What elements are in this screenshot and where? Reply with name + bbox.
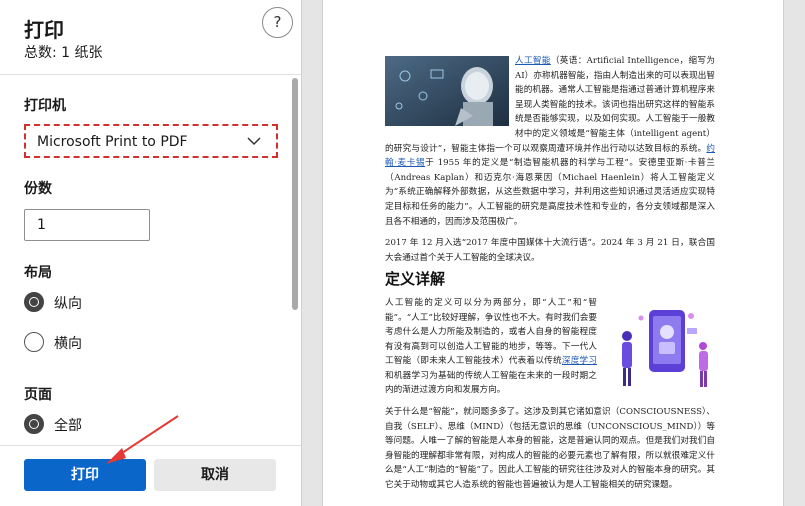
preview-text: 和机器学习为基础的传统人工智能在未来的一段时期之内的渐进过渡方向和发展方向。 <box>385 370 597 396</box>
radio-checked-icon[interactable] <box>24 414 44 434</box>
pages-option-label: 全部 <box>54 418 82 434</box>
radio-unchecked-icon[interactable] <box>24 332 44 352</box>
help-button[interactable]: ? <box>262 7 293 38</box>
layout-option-label: 横向 <box>54 336 82 352</box>
copies-input[interactable]: 1 <box>24 209 150 241</box>
radio-checked-icon[interactable] <box>24 292 44 312</box>
preview-paragraph-2: 2017 年 12 月入选“2017 年度中国媒体十大流行语”。2024 年 3… <box>385 238 715 263</box>
print-button[interactable]: 打印 <box>24 459 146 491</box>
preview-link-ai[interactable]: 人工智能 <box>515 56 551 66</box>
dialog-title: 打印 <box>24 18 64 42</box>
panel-header: 打印 总数: 1 纸张 ? <box>0 0 301 74</box>
settings-scroll-area[interactable]: 打印机 Microsoft Print to PDF 份数 1 布局 纵向 横向… <box>0 75 301 445</box>
layout-label: 布局 <box>24 265 52 281</box>
layout-option-label: 纵向 <box>54 296 82 312</box>
chevron-down-icon <box>246 133 262 153</box>
copies-value: 1 <box>37 217 46 233</box>
panel-scrollbar[interactable] <box>292 78 298 310</box>
cancel-button[interactable]: 取消 <box>154 459 276 491</box>
sheet-count: 总数: 1 纸张 <box>24 45 103 61</box>
dialog-footer: 打印 取消 <box>0 445 301 506</box>
printer-selected-value: Microsoft Print to PDF <box>37 134 188 150</box>
printer-label: 打印机 <box>24 98 66 114</box>
printer-select[interactable]: Microsoft Print to PDF <box>24 124 278 158</box>
preview-text: 于 1955 年的定义是“制造智能机器的科学与工程”。安德里亚斯·卡普兰（And… <box>385 158 716 227</box>
ai-illustration-image <box>605 302 715 392</box>
preview-link-deep-learning[interactable]: 深度学习 <box>562 356 597 366</box>
preview-paragraph-4: 关于什么是“智能”，就问题多多了。这涉及到其它诸如意识（CONSCIOUSNES… <box>385 407 715 491</box>
robot-image <box>385 56 509 126</box>
pages-label: 页面 <box>24 387 52 403</box>
preview-heading: 定义详解 <box>385 270 446 289</box>
preview-page: 人工智能（英语：Artificial Intelligence，缩写为 AI）亦… <box>322 0 784 506</box>
print-settings-panel: 打印 总数: 1 纸张 ? 打印机 Microsoft Print to PDF… <box>0 0 301 506</box>
preview-document: 人工智能（英语：Artificial Intelligence，缩写为 AI）亦… <box>385 54 715 500</box>
copies-label: 份数 <box>24 181 52 197</box>
